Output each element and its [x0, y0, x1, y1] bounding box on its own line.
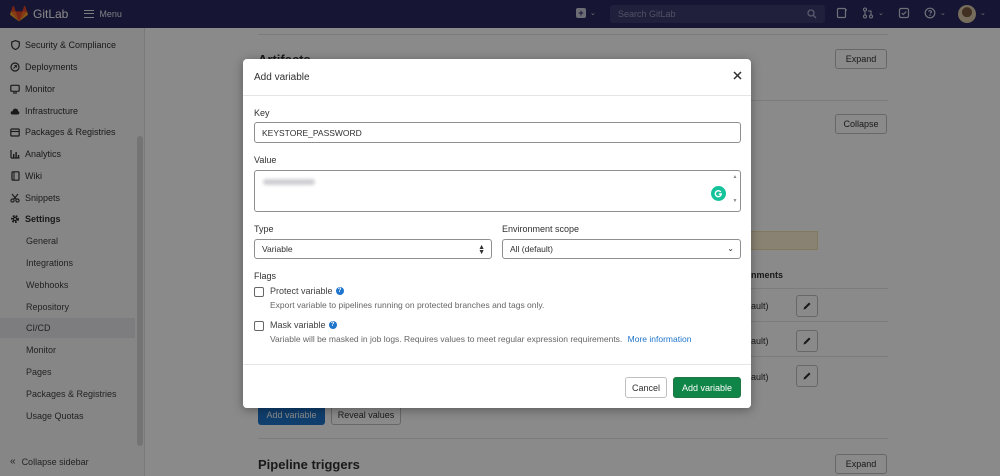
mask-variable-label[interactable]: Mask variable ?	[270, 320, 337, 330]
chevron-down-icon: ⌄	[727, 244, 734, 253]
question-circle-icon[interactable]: ?	[328, 321, 337, 329]
add-variable-button[interactable]: Add variable	[673, 377, 741, 398]
mask-variable-help-row: Variable will be masked in job logs. Req…	[270, 334, 691, 344]
textarea-scrollbar[interactable]: ▲ ▼	[732, 174, 738, 210]
sort-arrows-icon: ▲ ▼	[478, 244, 485, 256]
mask-variable-checkbox[interactable]	[254, 321, 264, 331]
environment-scope-value: All (default)	[510, 244, 553, 254]
protect-variable-label[interactable]: Protect variable ?	[270, 286, 344, 296]
key-input[interactable]	[254, 122, 741, 143]
modal-header: Add variable	[243, 59, 751, 96]
environment-scope-label: Environment scope	[502, 224, 580, 234]
masked-value	[263, 179, 315, 185]
type-select[interactable]: Variable ▲ ▼	[254, 239, 492, 259]
protect-variable-text: Protect variable	[270, 286, 333, 296]
grammarly-icon[interactable]	[711, 186, 726, 201]
value-textarea[interactable]: ▲ ▼	[254, 170, 741, 212]
mask-variable-text: Mask variable	[270, 320, 326, 330]
more-information-link[interactable]: More information	[628, 334, 692, 344]
type-select-value: Variable	[262, 244, 293, 254]
key-label: Key	[254, 108, 270, 118]
question-circle-icon[interactable]: ?	[335, 287, 344, 295]
mask-variable-help: Variable will be masked in job logs. Req…	[270, 334, 623, 344]
modal-footer: Cancel Add variable	[243, 364, 751, 408]
type-label: Type	[254, 224, 274, 234]
add-variable-modal: Add variable Key Value ▲▼ Type Variable …	[243, 59, 751, 408]
environment-scope-dropdown[interactable]: All (default) ⌄	[502, 239, 741, 259]
flags-label: Flags	[254, 271, 277, 281]
protect-variable-checkbox[interactable]	[254, 287, 264, 297]
modal-title: Add variable	[254, 72, 310, 83]
protect-variable-help: Export variable to pipelines running on …	[270, 300, 545, 310]
close-icon[interactable]	[733, 71, 742, 80]
cancel-button[interactable]: Cancel	[625, 377, 667, 398]
value-label: Value	[254, 155, 277, 165]
